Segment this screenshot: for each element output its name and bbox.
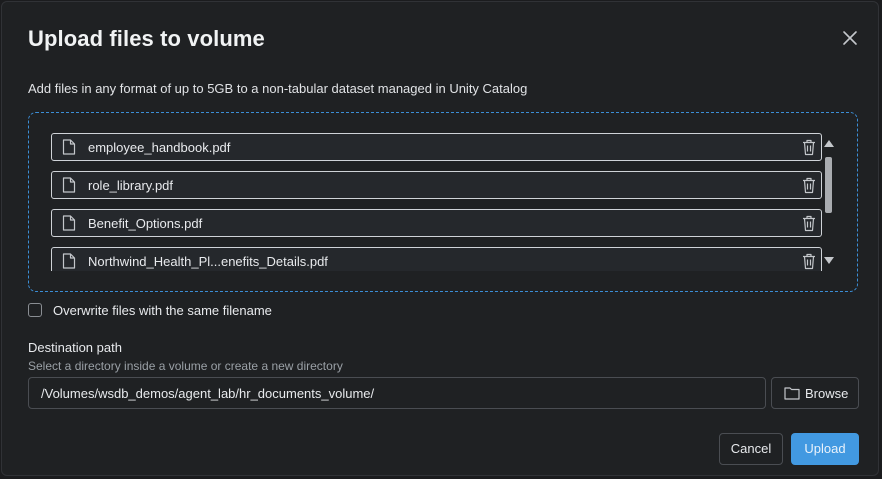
scroll-thumb[interactable] (825, 157, 832, 213)
file-icon (62, 215, 76, 231)
file-icon (62, 177, 76, 193)
dialog-title: Upload files to volume (28, 26, 265, 51)
file-icon (62, 139, 76, 155)
file-dropzone[interactable]: employee_handbook.pdf role_library.pdf B… (28, 112, 858, 292)
file-row: role_library.pdf (51, 171, 822, 199)
file-list-scrollbar[interactable] (823, 137, 835, 269)
folder-icon (784, 387, 800, 400)
overwrite-label: Overwrite files with the same filename (53, 303, 272, 318)
file-row: Benefit_Options.pdf (51, 209, 822, 237)
file-name: Northwind_Health_Pl...enefits_Details.pd… (88, 254, 328, 269)
overwrite-checkbox[interactable] (28, 303, 42, 317)
file-name: employee_handbook.pdf (88, 140, 231, 155)
file-name: Benefit_Options.pdf (88, 216, 203, 231)
cancel-button[interactable]: Cancel (719, 433, 783, 465)
trash-icon[interactable] (801, 177, 817, 194)
destination-path-label: Destination path (28, 340, 122, 355)
close-icon (843, 31, 857, 45)
trash-icon[interactable] (801, 139, 817, 156)
dialog-subtitle: Add files in any format of up to 5GB to … (28, 81, 528, 96)
file-list[interactable]: employee_handbook.pdf role_library.pdf B… (51, 133, 823, 271)
browse-button[interactable]: Browse (771, 377, 859, 409)
close-button[interactable] (840, 28, 860, 48)
scroll-up-arrow-icon[interactable] (824, 140, 834, 147)
file-row: Northwind_Health_Pl...enefits_Details.pd… (51, 247, 822, 271)
destination-path-input[interactable] (28, 377, 766, 409)
scroll-down-arrow-icon[interactable] (824, 257, 834, 264)
file-name: role_library.pdf (88, 178, 174, 193)
upload-button[interactable]: Upload (791, 433, 859, 465)
file-row: employee_handbook.pdf (51, 133, 822, 161)
upload-dialog: Upload files to volume Add files in any … (1, 1, 879, 476)
trash-icon[interactable] (801, 253, 817, 270)
trash-icon[interactable] (801, 215, 817, 232)
destination-path-hint: Select a directory inside a volume or cr… (28, 359, 343, 373)
file-icon (62, 253, 76, 269)
browse-label: Browse (805, 386, 849, 401)
